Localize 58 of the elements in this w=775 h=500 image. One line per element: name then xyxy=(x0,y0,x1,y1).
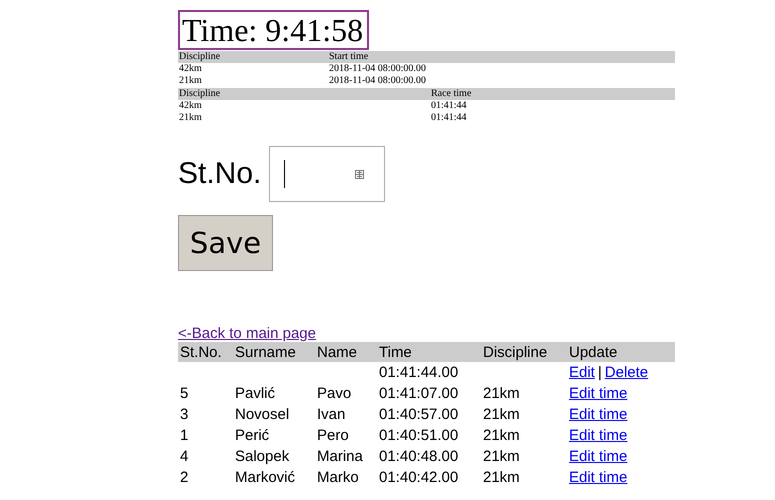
edit-time-link[interactable]: Edit time xyxy=(569,469,628,486)
edit-time-link[interactable]: Edit time xyxy=(569,448,628,465)
table-cell: Pavo xyxy=(317,385,352,402)
start-number-label: St.No. xyxy=(178,157,262,191)
table-cell: 3 xyxy=(180,406,188,423)
table-cell: Marina xyxy=(317,448,363,465)
table-cell: 1 xyxy=(180,427,188,444)
column-header: St.No. xyxy=(178,342,233,362)
table-cell: 01:41:07.00 xyxy=(379,385,458,402)
table-cell-text: 2018-11-04 08:00:00.00 xyxy=(328,75,427,87)
table-cell: Salopek xyxy=(235,448,290,465)
edit-time-link[interactable]: Edit time xyxy=(569,406,628,423)
separator-text: | xyxy=(598,364,602,381)
delete-link[interactable]: Delete xyxy=(604,364,648,381)
spinner-icon[interactable] xyxy=(355,170,364,178)
table-cell: 42km xyxy=(178,100,430,112)
save-button[interactable]: Save xyxy=(178,215,273,271)
table-cell-text: 01:41:44 xyxy=(430,112,468,124)
table-cell: Marko xyxy=(317,469,359,486)
back-link[interactable]: <-Back to main page xyxy=(178,325,316,342)
table-cell: 4 xyxy=(180,448,188,465)
table-cell: 2 xyxy=(180,469,188,486)
table-cell: Pero xyxy=(317,427,349,444)
table-cell: 42km xyxy=(178,63,328,75)
table-cell: 01:40:42.00 xyxy=(379,469,458,486)
table-cell: Novosel xyxy=(235,406,290,423)
table-cell-text: 21km xyxy=(178,75,203,87)
column-header: Surname xyxy=(233,342,315,362)
table-cell: Marković xyxy=(235,469,296,486)
clock-display: Time: 9:41:58 xyxy=(178,10,370,50)
edit-link[interactable]: Edit xyxy=(569,364,595,381)
table-cell: 01:41:44.00 xyxy=(379,364,458,381)
table-cell: 01:41:44 xyxy=(430,100,675,112)
table-cell: 21km xyxy=(483,469,520,486)
table-cell: 21km xyxy=(483,448,520,465)
table-cell: Pavlić xyxy=(235,385,276,402)
table-cell: 21km xyxy=(483,385,520,402)
table-cell: 5 xyxy=(180,385,188,402)
column-header: Discipline xyxy=(178,51,328,63)
column-header: Race time xyxy=(430,88,675,100)
table-cell: Ivan xyxy=(317,406,346,423)
column-header: Time xyxy=(377,342,481,362)
column-header: Discipline xyxy=(178,88,430,100)
column-header: Discipline xyxy=(481,342,567,362)
column-header: Update xyxy=(567,342,675,362)
table-cell: 2018-11-04 08:00:00.00 xyxy=(328,63,675,75)
edit-time-link[interactable]: Edit time xyxy=(569,427,628,444)
table-cell: 21km xyxy=(483,406,520,423)
start-number-field[interactable] xyxy=(269,146,386,202)
edit-time-link[interactable]: Edit time xyxy=(569,385,628,402)
table-cell: Perić xyxy=(235,427,270,444)
table-cell: 01:40:57.00 xyxy=(379,406,458,423)
table-cell-text: 21km xyxy=(178,112,203,124)
column-header: Start time xyxy=(328,51,675,63)
table-cell: 01:40:48.00 xyxy=(379,448,458,465)
column-header: Name xyxy=(315,342,377,362)
table-cell: 01:40:51.00 xyxy=(379,427,458,444)
table-cell: 21km xyxy=(483,427,520,444)
